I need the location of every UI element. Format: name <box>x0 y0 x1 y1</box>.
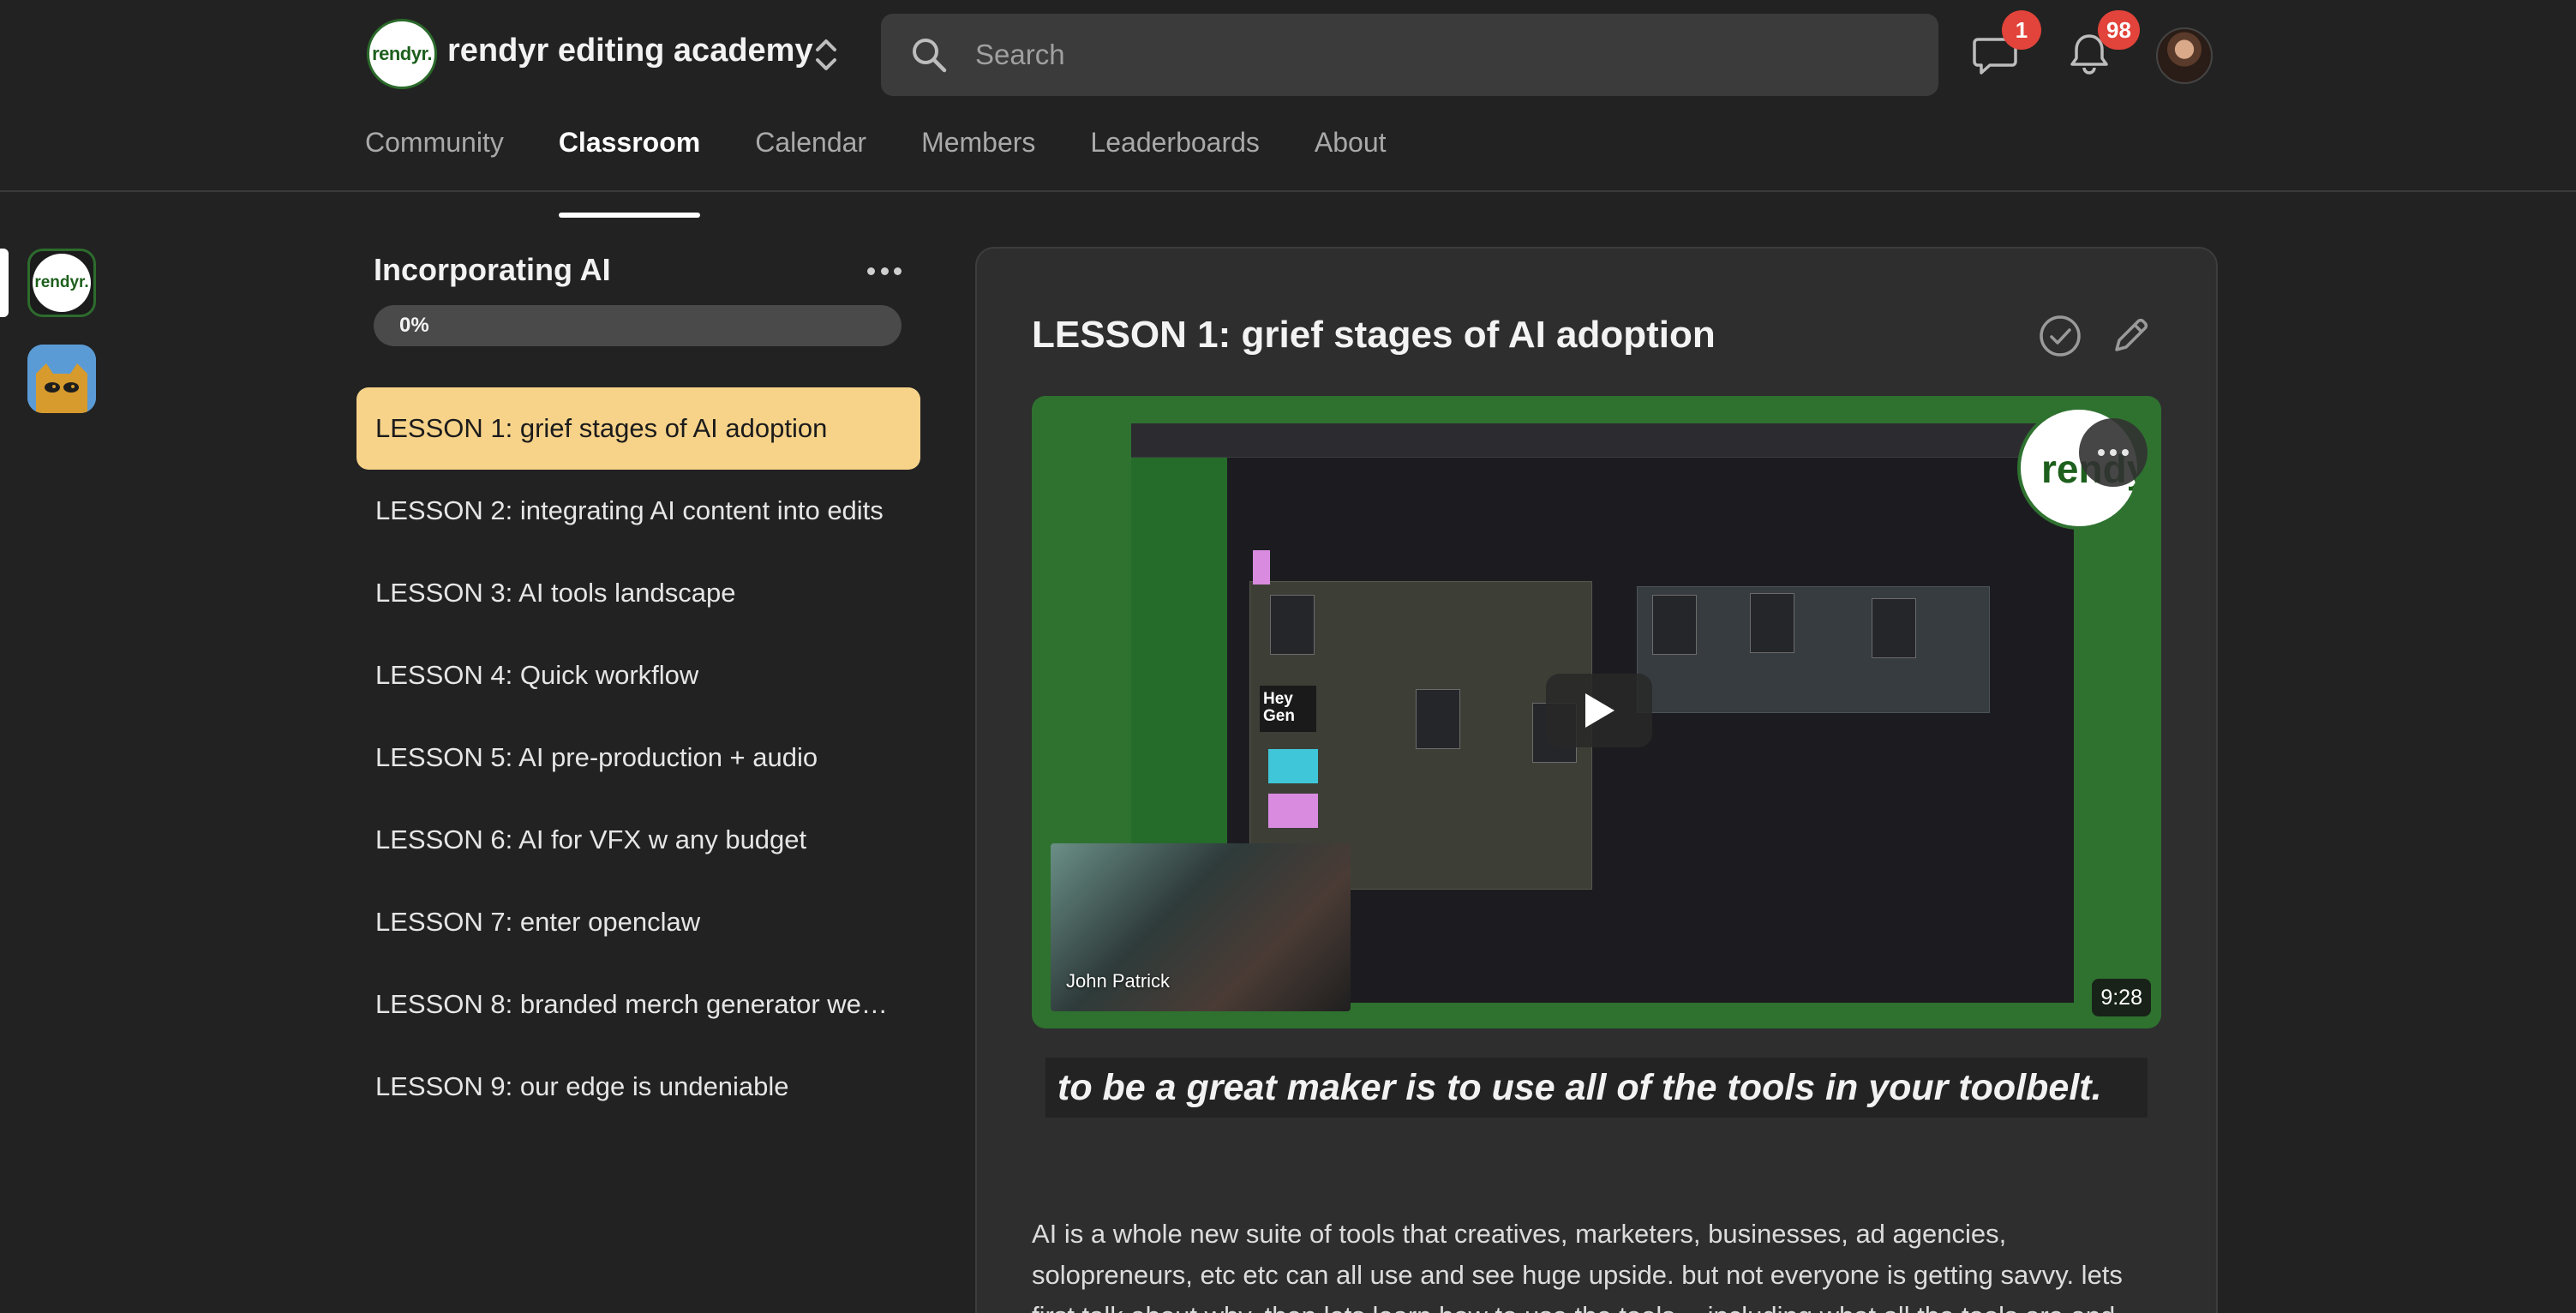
lesson-title: LESSON 1: grief stages of AI adoption <box>1032 314 1716 356</box>
user-avatar[interactable] <box>2156 27 2213 84</box>
group-logo[interactable]: rendyr. <box>367 19 437 89</box>
lesson-item-5[interactable]: LESSON 5: AI pre-production + audio <box>356 716 920 799</box>
lesson-item-9[interactable]: LESSON 9: our edge is undeniable <box>356 1046 920 1128</box>
cyan-swatch <box>1268 749 1318 783</box>
group-name[interactable]: rendyr editing academy <box>447 33 813 69</box>
video-duration: 9:28 <box>2092 979 2151 1016</box>
lesson-list: LESSON 1: grief stages of AI adoption LE… <box>356 387 920 1128</box>
workflow-node <box>1270 595 1315 655</box>
pink-swatch <box>1253 550 1270 585</box>
top-header: rendyr. rendyr editing academy 1 98 Comm… <box>0 0 2576 218</box>
group-logo-text: rendyr. <box>372 43 432 64</box>
lesson-quote: to be a great maker is to use all of the… <box>1045 1058 2148 1118</box>
course-title: Incorporating AI <box>374 252 611 287</box>
lesson-label: LESSON 8: branded merch generator wea… <box>375 989 902 1019</box>
chat-badge: 1 <box>2002 10 2041 50</box>
workflow-node <box>1750 593 1794 653</box>
lesson-label: LESSON 9: our edge is undeniable <box>375 1071 789 1101</box>
video-more-icon[interactable] <box>2079 418 2148 487</box>
lesson-item-7[interactable]: LESSON 7: enter openclaw <box>356 881 920 963</box>
heygen-node: Hey Gen <box>1260 686 1316 732</box>
browser-chrome <box>1131 423 2074 458</box>
lesson-item-1[interactable]: LESSON 1: grief stages of AI adoption <box>356 387 920 470</box>
group-switcher-icon[interactable] <box>811 34 842 75</box>
course-progress-bar: 0% <box>374 305 902 346</box>
lesson-label: LESSON 3: AI tools landscape <box>375 578 736 608</box>
workflow-node <box>1872 598 1916 658</box>
mark-complete-icon[interactable] <box>2038 314 2082 358</box>
lesson-item-3[interactable]: LESSON 3: AI tools landscape <box>356 552 920 634</box>
tab-leaderboards[interactable]: Leaderboards <box>1090 111 1259 192</box>
play-icon <box>1585 693 1614 728</box>
rail-group-cat[interactable] <box>27 345 96 413</box>
lesson-label: LESSON 5: AI pre-production + audio <box>375 742 818 772</box>
lesson-label: LESSON 1: grief stages of AI adoption <box>375 413 828 443</box>
lesson-item-8[interactable]: LESSON 8: branded merch generator wea… <box>356 963 920 1046</box>
course-more-icon[interactable] <box>867 255 902 286</box>
lesson-body-text: AI is a whole new suite of tools that cr… <box>1032 1219 2123 1313</box>
pink-swatch <box>1268 794 1318 828</box>
lesson-label: LESSON 7: enter openclaw <box>375 907 701 937</box>
search-input[interactable] <box>975 14 1918 96</box>
rail-active-indicator <box>0 249 9 317</box>
course-progress-label: 0% <box>399 314 429 337</box>
cat-icon <box>27 345 96 413</box>
lesson-item-2[interactable]: LESSON 2: integrating AI content into ed… <box>356 470 920 552</box>
tab-calendar[interactable]: Calendar <box>755 111 866 192</box>
search-bar[interactable] <box>881 14 1938 96</box>
lesson-label: LESSON 2: integrating AI content into ed… <box>375 495 884 525</box>
lesson-item-6[interactable]: LESSON 6: AI for VFX w any budget <box>356 799 920 881</box>
presenter-name: John Patrick <box>1066 970 1171 992</box>
tab-members[interactable]: Members <box>921 111 1035 192</box>
workflow-node <box>1416 689 1460 749</box>
workflow-node <box>1652 595 1697 655</box>
nav-tabs: Community Classroom Calendar Members Lea… <box>365 111 1441 218</box>
search-icon <box>913 39 947 73</box>
rail-group-rendyr[interactable]: rendyr. <box>27 249 96 317</box>
lesson-content-card: LESSON 1: grief stages of AI adoption He… <box>975 247 2218 1313</box>
tab-classroom[interactable]: Classroom <box>558 111 701 218</box>
tab-community[interactable]: Community <box>365 111 504 192</box>
tab-about[interactable]: About <box>1315 111 1387 192</box>
edit-pencil-icon[interactable] <box>2108 314 2153 358</box>
lesson-label: LESSON 6: AI for VFX w any budget <box>375 824 807 854</box>
rail-group-logo: rendyr. <box>33 254 91 312</box>
lesson-item-4[interactable]: LESSON 4: Quick workflow <box>356 634 920 716</box>
lesson-label: LESSON 4: Quick workflow <box>375 660 699 690</box>
play-button[interactable] <box>1546 674 1652 747</box>
notifications-badge: 98 <box>2098 10 2140 50</box>
video-player[interactable]: Hey Gen John Patrick rendy 9:28 <box>1032 396 2161 1028</box>
